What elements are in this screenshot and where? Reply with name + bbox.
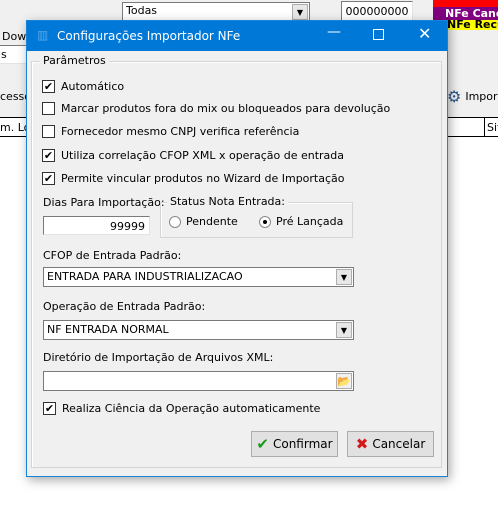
radio-pendente[interactable]: Pendente <box>169 215 238 228</box>
x-icon: ✖ <box>355 435 369 453</box>
checkbox-icon[interactable]: ✔ <box>43 402 56 415</box>
checkbox-vincular-produtos[interactable]: ✔ Permite vincular produtos no Wizard de … <box>42 172 345 185</box>
operation-label: Operação de Entrada Padrão: <box>43 300 206 313</box>
checkbox-marcar-produtos[interactable]: Marcar produtos fora do mix ou bloqueado… <box>42 102 390 115</box>
cancel-button[interactable]: ✖ Cancelar <box>347 431 434 457</box>
import-label: Impor <box>465 89 498 103</box>
checkbox-icon[interactable]: ✔ <box>42 172 55 185</box>
number-field[interactable]: 000000000 <box>341 1 413 21</box>
radio-label: Pré Lançada <box>276 215 344 228</box>
checkbox-label: Fornecedor mesmo CNPJ verifica referênci… <box>61 125 300 138</box>
column-header-sit[interactable]: Sit <box>484 118 498 136</box>
checkbox-ciencia[interactable]: ✔ Realiza Ciência da Operação automaticam… <box>43 402 320 415</box>
dir-label: Diretório de Importação de Arquivos XML: <box>43 351 274 364</box>
config-dialog: ▥ Configurações Importador NFe — ✕ Parâm… <box>26 20 448 477</box>
checkbox-fornecedor-cnpj[interactable]: Fornecedor mesmo CNPJ verifica referênci… <box>42 125 299 138</box>
status-legend-cancel: NFe Canc <box>433 7 498 20</box>
checkbox-icon[interactable] <box>42 125 55 138</box>
cancel-label: Cancelar <box>372 437 426 451</box>
close-button[interactable]: ✕ <box>418 24 431 43</box>
checkbox-label: Utiliza correlação CFOP XML x operação d… <box>61 149 345 162</box>
minimize-button[interactable]: — <box>327 24 341 40</box>
chevron-down-icon[interactable]: ▼ <box>292 4 308 20</box>
folder-open-icon[interactable]: 📂 <box>336 373 352 389</box>
chevron-down-icon[interactable]: ▼ <box>336 322 352 338</box>
checkbox-icon[interactable]: ✔ <box>42 80 55 93</box>
cfop-combo[interactable]: ENTRADA PARA INDUSTRIALIZACAO ▼ <box>43 267 354 287</box>
left-field[interactable]: s <box>0 45 27 64</box>
dir-input[interactable]: 📂 <box>43 371 354 391</box>
status-legend: Status Nota Entrada: <box>167 195 288 208</box>
gear-icon: ⚙ <box>447 86 462 106</box>
dialog-title: Configurações Importador NFe <box>57 29 241 43</box>
confirm-label: Confirmar <box>272 437 333 451</box>
radio-label: Pendente <box>186 215 238 228</box>
chevron-down-icon[interactable]: ▼ <box>336 269 352 285</box>
radio-pre-lancada[interactable]: Pré Lançada <box>259 215 343 228</box>
maximize-button[interactable] <box>373 29 384 40</box>
radio-icon[interactable] <box>169 215 181 228</box>
import-button[interactable]: ⚙ Impor <box>447 86 498 106</box>
parameters-legend: Parâmetros <box>40 54 109 67</box>
app-icon: ▥ <box>37 28 49 42</box>
checkbox-icon[interactable] <box>42 102 55 115</box>
checkbox-label: Automático <box>61 80 125 93</box>
checkbox-label: Permite vincular produtos no Wizard de I… <box>61 172 345 185</box>
checkbox-correlacao-cfop[interactable]: ✔ Utiliza correlação CFOP XML x operação … <box>42 149 344 162</box>
cfop-value: ENTRADA PARA INDUSTRIALIZACAO <box>47 270 243 283</box>
operation-combo[interactable]: NF ENTRADA NORMAL ▼ <box>43 320 354 340</box>
download-button[interactable]: Down <box>0 27 27 45</box>
filter-combo[interactable]: Todas ▼ <box>122 2 310 21</box>
filter-value: Todas <box>126 4 158 17</box>
confirm-button[interactable]: ✔ Confirmar <box>251 431 338 457</box>
days-input[interactable]: 99999 <box>43 216 150 235</box>
check-icon: ✔ <box>256 435 269 453</box>
checkbox-automatico[interactable]: ✔ Automático <box>42 80 124 93</box>
title-bar[interactable]: ▥ Configurações Importador NFe — ✕ <box>27 21 447 51</box>
checkbox-label: Realiza Ciência da Operação automaticame… <box>62 402 321 415</box>
checkbox-label: Marcar produtos fora do mix ou bloqueado… <box>61 102 391 115</box>
cfop-label: CFOP de Entrada Padrão: <box>43 249 182 262</box>
radio-icon[interactable] <box>259 215 271 228</box>
status-legend-red <box>433 0 498 7</box>
days-label: Dias Para Importação: <box>43 196 165 209</box>
checkbox-icon[interactable]: ✔ <box>42 149 55 162</box>
operation-value: NF ENTRADA NORMAL <box>47 323 169 336</box>
